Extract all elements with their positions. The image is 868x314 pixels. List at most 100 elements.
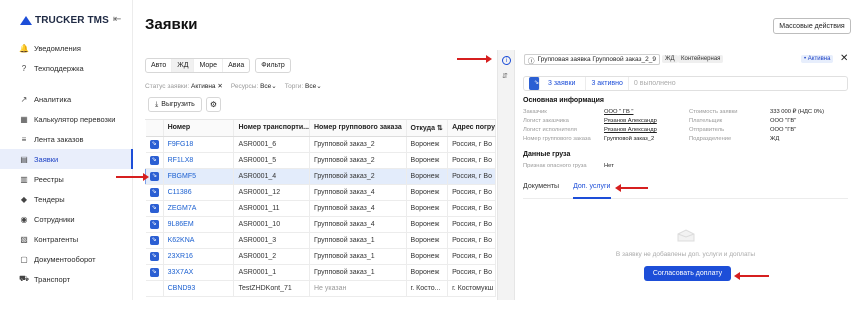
table-row-selected[interactable]: ⇘ FBGMF5 ASR0001_4 Групповой заказ_2 Воронеж… [145,168,496,185]
filter-status-line: Статус заявки: Активна ✕ Ресурсы: Все⌄ Т… [145,82,322,90]
empty-state-text: В заявку не добавлены доп. услуги и допл… [615,251,756,258]
requests-table: Номер Номер транспорти... Номер группово… [145,119,496,300]
field-label: Логист исполнителя [523,127,577,133]
analytics-icon: ↗ [20,94,28,104]
contractors-icon: ▧ [20,234,28,244]
tab-air[interactable]: Авиа [223,59,249,72]
page-title: Заявки [145,16,198,33]
clear-status-icon: ✕ [217,83,223,90]
sidebar-item-requests[interactable]: ▤ Заявки [0,149,133,169]
sidebar-nav: 🔔 Уведомления ? Техподдержка ↗ Аналитика ▦ К… [0,38,133,289]
table-settings-button[interactable]: ⚙ [206,97,221,112]
request-type-icon: ⇘ [149,219,159,229]
table-row[interactable]: ⇘ 23XR16 ASR0001_2 Групповой заказ_1 Воронеж… [145,248,496,265]
registry-icon: ▥ [20,174,28,184]
field-label: Плательщик [689,118,723,124]
gear-icon: ⚙ [209,100,218,109]
close-icon[interactable]: ✕ [840,53,848,64]
help-icon: ? [21,63,27,73]
sidebar-item-registries[interactable]: ▥ Реестры [0,169,133,189]
request-type-icon: ⇘ [149,251,159,261]
export-button[interactable]: ⤓ Выгрузить [148,97,202,112]
sidebar-item-transport[interactable]: ⛟ Транспорт [0,269,133,289]
table-row[interactable]: ⇘ C11386 ASR0001_12 Групповой заказ_4 Вороне… [145,184,496,201]
field-value-customer-logist[interactable]: Рязанов Александр [604,118,657,124]
col-header-load-address[interactable]: Адрес погру [447,120,496,137]
resources-filter[interactable]: Ресурсы: Все⌄ [231,82,277,90]
field-value-payer: ООО "ГВ" [770,118,797,124]
table-row[interactable]: ⇘ 9L86EM ASR0001_10 Групповой заказ_4 Вороне… [145,216,496,233]
status-badge: • Активна [801,55,834,63]
col-header-number[interactable]: Номер [163,120,235,137]
field-value-executor-logist[interactable]: Рязанов Александр [604,127,657,133]
logo[interactable]: TRUCKER TMS [20,15,109,26]
count-done[interactable]: 0 выполнено [629,77,681,90]
panel-divider [497,50,515,300]
sidebar-item-order-feed[interactable]: ≡ Лента заказов [0,129,133,149]
truck-icon: ⛟ [18,274,30,283]
table-header-row: Номер Номер транспорти... Номер группово… [145,120,496,137]
rail-tag: ЖД [662,55,678,63]
detail-tabs: Документы Доп. услуги [523,183,848,199]
trades-filter[interactable]: Торги: Все⌄ [285,82,322,90]
request-type-icon: ⇘ [529,77,540,90]
request-type-icon: ⇘ [149,203,159,213]
tab-sea[interactable]: Море [194,59,224,72]
sidebar-item-tenders[interactable]: ◆ Тендеры [0,189,133,209]
docs-icon: ▢ [20,254,28,264]
field-value-division: ЖД [770,136,780,142]
calculator-icon: ▦ [20,114,28,124]
table-row[interactable]: ⇘ RF1LX8 ASR0001_5 Групповой заказ_2 Воронеж… [145,152,496,169]
table-row[interactable]: ⇘ ZEGM7A ASR0001_11 Групповой заказ_4 Вороне… [145,200,496,217]
sidebar-item-contractors[interactable]: ▧ Контрагенты [0,229,133,249]
tab-rail[interactable]: ЖД [172,59,195,72]
sidebar-item-staff[interactable]: ◉ Сотрудники [0,209,133,229]
request-type-icon: ⇘ [149,267,159,277]
mass-actions-button[interactable]: Массовые действия [773,18,851,34]
chevron-down-icon: ⌄ [316,83,322,90]
status-filter[interactable]: Статус заявки: Активна ✕ [145,82,223,90]
field-value-group-order: Групповой заказ_2 [604,136,655,142]
app-root: TRUCKER TMS ⇤ 🔔 Уведомления ? Техподдержка… [0,0,868,314]
empty-box-icon [677,229,695,242]
annotation-arrow-info [457,55,492,63]
info-icon[interactable]: i [502,56,511,65]
sidebar: TRUCKER TMS ⇤ 🔔 Уведомления ? Техподдержка… [0,0,133,300]
field-value-customer[interactable]: ООО " ГВ " [604,109,633,115]
agree-payment-button[interactable]: Согласовать доплату [644,266,731,281]
count-active[interactable]: 3 активно [586,77,629,90]
field-value-cost: 333 000 ₽ (НДС 0%) [770,109,825,115]
table-row[interactable]: ⇘ F9FG18 ASR0001_6 Групповой заказ_2 Воронеж… [145,136,496,153]
sidebar-item-calculator[interactable]: ▦ Калькулятор перевозки [0,109,133,129]
logo-text: TRUCKER TMS [35,15,109,26]
field-label: Подразделение [689,136,732,142]
table-row[interactable]: CBND93 TestZHDKont_71 Не указан г. Косто...… [145,280,496,297]
filter-button[interactable]: Фильтр [255,58,291,73]
sidebar-item-analytics[interactable]: ↗ Аналитика [0,89,133,109]
table-row[interactable]: ⇘ K62KNA ASR0001_3 Групповой заказ_1 Воронеж… [145,232,496,249]
annotation-arrow-tab [615,184,648,192]
request-type-icon: ⇘ [149,139,159,149]
tabs-divider [523,198,848,199]
field-value-dangerous-cargo: Нет [604,163,614,169]
field-label: Логист заказчика [523,118,569,124]
table-row[interactable]: ⇘ 33X7AX ASR0001_1 Групповой заказ_1 Воронеж… [145,264,496,281]
col-header-transport-number[interactable]: Номер транспорти... [233,120,310,137]
tab-documents[interactable]: Документы [523,183,573,199]
sidebar-item-documents[interactable]: ▢ Документооборот [0,249,133,269]
col-header-group-order[interactable]: Номер группового заказа [309,120,407,137]
annotation-arrow-button [734,272,769,280]
tab-auto[interactable]: Авто [146,59,173,72]
info-circle-icon: ⓘ [528,57,535,65]
collapse-sidebar-icon[interactable]: ⇤ [113,14,121,25]
sidebar-item-notifications[interactable]: 🔔 Уведомления [0,38,133,58]
field-value-sender: ООО "ГВ" [770,127,797,133]
col-header-icon [145,120,164,137]
request-counts: ⇘ 3 заявки 3 активно 0 выполнено [523,76,848,91]
field-label: Признак опасного груза [523,163,587,169]
col-header-from[interactable]: Откуда ⇅ [406,120,449,137]
count-requests[interactable]: ⇘ 3 заявки [524,77,587,90]
field-label: Отправитель [689,127,725,133]
sidebar-item-support[interactable]: ? Техподдержка [0,58,133,78]
history-icon[interactable]: ⇵ [502,72,508,80]
